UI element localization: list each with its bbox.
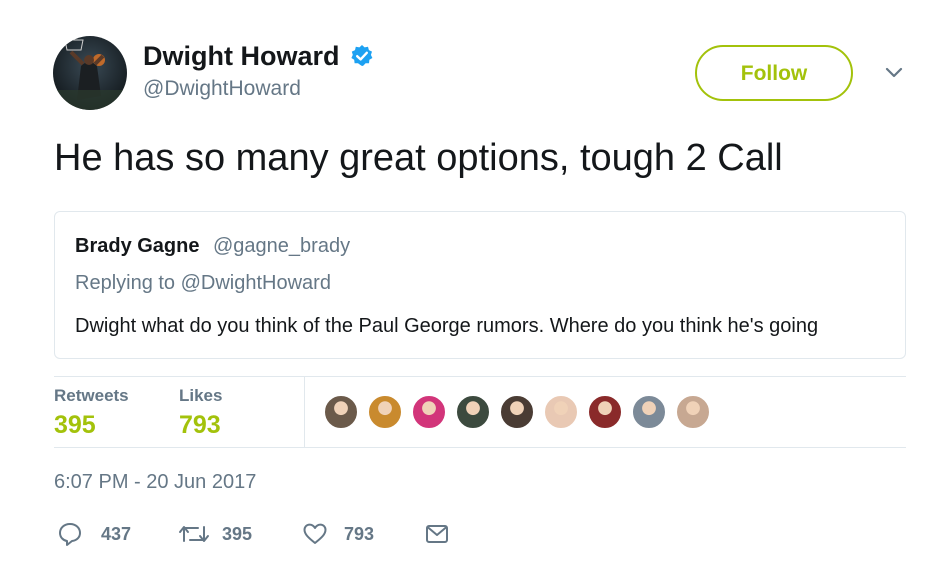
liker-avatar[interactable]: [323, 394, 359, 430]
replying-to: Replying to @DwightHoward: [75, 272, 331, 294]
retweets-count[interactable]: 395: [54, 410, 96, 440]
display-name[interactable]: Dwight Howard: [143, 40, 340, 72]
follow-button[interactable]: Follow: [695, 45, 853, 101]
liker-avatar[interactable]: [675, 394, 711, 430]
verified-badge-icon: [350, 44, 374, 68]
divider: [54, 447, 906, 448]
liker-avatar[interactable]: [455, 394, 491, 430]
likes-label[interactable]: Likes: [179, 386, 222, 406]
retweet-icon[interactable]: [178, 521, 210, 547]
liker-avatar[interactable]: [631, 394, 667, 430]
retweet-count[interactable]: 395: [222, 523, 252, 545]
reply-icon[interactable]: [57, 521, 83, 547]
heart-icon[interactable]: [302, 521, 328, 547]
tweet-text: He has so many great options, tough 2 Ca…: [54, 137, 783, 179]
liker-avatar[interactable]: [411, 394, 447, 430]
reply-count[interactable]: 437: [101, 523, 131, 545]
divider: [54, 376, 906, 377]
chevron-down-icon[interactable]: [884, 63, 904, 83]
timestamp[interactable]: 6:07 PM - 20 Jun 2017: [54, 470, 256, 494]
stats-divider: [304, 376, 305, 448]
avatar[interactable]: [53, 36, 127, 110]
retweets-label[interactable]: Retweets: [54, 386, 129, 406]
like-count[interactable]: 793: [344, 523, 374, 545]
liker-avatar[interactable]: [499, 394, 535, 430]
likes-count[interactable]: 793: [179, 410, 221, 440]
quoted-author-name: Brady Gagne: [75, 235, 200, 257]
user-handle[interactable]: @DwightHoward: [143, 76, 301, 102]
quoted-tweet-text: Dwight what do you think of the Paul Geo…: [75, 315, 819, 337]
message-icon[interactable]: [424, 521, 450, 547]
liker-avatar[interactable]: [543, 394, 579, 430]
liker-avatar[interactable]: [587, 394, 623, 430]
liker-avatar[interactable]: [367, 394, 403, 430]
quoted-author-handle: @gagne_brady: [213, 235, 351, 257]
